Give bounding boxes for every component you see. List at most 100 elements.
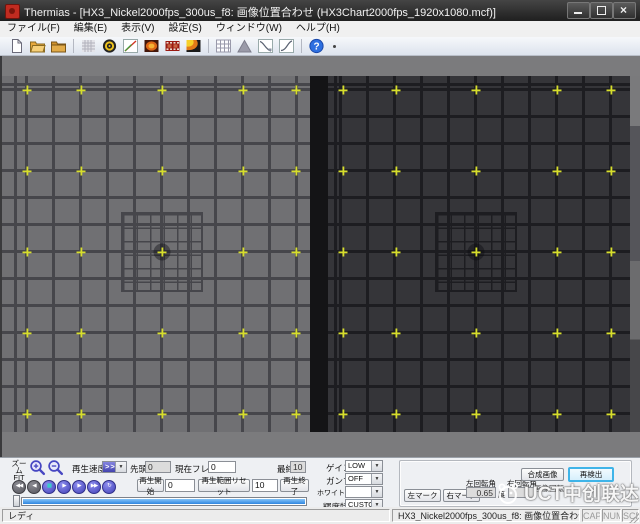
close-button[interactable]: [613, 2, 636, 19]
right-image-marker-cross: [553, 248, 562, 257]
curve-a-icon[interactable]: [257, 38, 274, 54]
timeline-slider[interactable]: [21, 497, 307, 506]
window-title: Thermias - [HX3_Nickel2000fps_300us_f8: …: [24, 4, 496, 20]
left-image-marker-cross: [23, 329, 32, 338]
playback-buttons: ◀◀◀■▶▶▶▶↻: [12, 480, 116, 494]
zoom-out-button[interactable]: [47, 459, 64, 476]
composite-image-button[interactable]: 合成画像: [521, 468, 564, 481]
right-rotation-field[interactable]: [508, 487, 536, 498]
right-image-marker-cross: [339, 167, 348, 176]
gain-select[interactable]: LOW▼: [345, 460, 383, 472]
left-image-marker-cross: [239, 167, 248, 176]
menu-item-0[interactable]: ファイル(F): [0, 21, 67, 37]
right-edge-strip: [630, 76, 640, 432]
left-image[interactable]: [2, 76, 310, 432]
toolbar-separator: [301, 39, 302, 53]
right-image-marker-cross: [472, 329, 481, 338]
curve-b-icon[interactable]: [278, 38, 295, 54]
right-image-marker-cross: [553, 410, 562, 419]
zoom-in-button[interactable]: [29, 459, 46, 476]
menu-item-1[interactable]: 編集(E): [67, 21, 114, 37]
range-end-field[interactable]: 10: [252, 479, 278, 492]
stop-button[interactable]: ■: [42, 480, 56, 494]
range-reset-button[interactable]: 再生範囲リセット: [198, 479, 250, 492]
white-balance-select[interactable]: ▼: [345, 486, 383, 498]
timeline-slider-handle[interactable]: [13, 495, 20, 507]
play-speed-label: 再生速度: [72, 463, 106, 475]
step-forward-button-glyph-icon: ▶: [77, 484, 80, 490]
left-image-marker-cross: [77, 167, 86, 176]
thermal-image-icon[interactable]: [143, 38, 160, 54]
app-icon: [5, 4, 20, 19]
help-icon[interactable]: ?: [308, 38, 325, 54]
save-folder-icon[interactable]: [50, 38, 67, 54]
target-icon[interactable]: [101, 38, 118, 54]
status-document: HX3_Nickel2000fps_300us_f8: 画像位置合わせ: [392, 509, 580, 522]
current-frame-field[interactable]: 0: [208, 461, 236, 473]
play-start-field[interactable]: 0: [165, 479, 195, 492]
restore-button[interactable]: [590, 2, 613, 19]
title-bar: Thermias - [HX3_Nickel2000fps_300us_f8: …: [0, 0, 640, 22]
left-image-marker-cross: [23, 248, 32, 257]
right-image-marker-cross: [472, 167, 481, 176]
zoom-fit-label: ズーム FIT: [8, 460, 30, 481]
left-image-marker-cross: [239, 329, 248, 338]
play-end-button[interactable]: 再生終了: [280, 479, 309, 492]
film-strip-icon[interactable]: [164, 38, 181, 54]
right-image-marker-cross: [607, 167, 616, 176]
step-back-button[interactable]: ◀: [27, 480, 41, 494]
degree-label: 度: [498, 489, 506, 500]
menu-item-5[interactable]: ヘルプ(H): [289, 21, 347, 37]
step-forward-button[interactable]: ▶: [72, 480, 86, 494]
first-frame-field[interactable]: 0: [145, 461, 171, 473]
timeline-slider-fill: [23, 499, 305, 504]
thermal-palette-icon[interactable]: [185, 38, 202, 54]
right-image-marker-cross: [339, 329, 348, 338]
minimize-button[interactable]: [567, 2, 590, 19]
app-window: Thermias - [HX3_Nickel2000fps_300us_f8: …: [0, 0, 640, 524]
left-image-marker-cross: [292, 248, 301, 257]
right-image-marker-cross: [553, 167, 562, 176]
stop-button-glyph-icon: ■: [47, 484, 51, 490]
right-image-marker-cross: [392, 86, 401, 95]
left-image-marker-cross: [23, 86, 32, 95]
redetect-button[interactable]: 再検出: [568, 467, 614, 482]
profile-triangle-icon[interactable]: [236, 38, 253, 54]
step-back-button-glyph-icon: ◀: [32, 484, 35, 490]
resize-grip[interactable]: [629, 513, 639, 523]
left-image-marker-cross: [158, 410, 167, 419]
right-image-marker-cross: [339, 86, 348, 95]
last-frame-field[interactable]: 10: [290, 461, 306, 473]
menu-item-4[interactable]: ウィンドウ(W): [209, 21, 289, 37]
right-image-marker-cross: [607, 410, 616, 419]
loop-button-glyph-icon: ↻: [107, 484, 111, 490]
right-image-marker-cross: [392, 167, 401, 176]
skip-end-button[interactable]: ▶▶: [87, 480, 101, 494]
play-speed-select[interactable]: >>>▼: [102, 461, 127, 473]
loop-button[interactable]: ↻: [102, 480, 116, 494]
status-num: NUM: [602, 509, 621, 522]
image-viewport: [0, 56, 640, 457]
play-start-button[interactable]: 再生開始: [137, 479, 164, 492]
left-image-marker-cross: [292, 86, 301, 95]
right-image[interactable]: [328, 76, 630, 432]
new-document-icon[interactable]: [8, 38, 25, 54]
right-image-marker-cross: [553, 329, 562, 338]
chevron-down-icon: ▼: [371, 487, 382, 497]
gamma-select[interactable]: OFF▼: [345, 473, 383, 485]
skip-end-button-glyph-icon: ▶▶: [91, 484, 97, 490]
skip-start-button-glyph-icon: ◀◀: [16, 484, 22, 490]
left-mark-button[interactable]: 左マーク: [404, 489, 441, 502]
right-image-marker-cross: [392, 248, 401, 257]
status-bar: レディ HX3_Nickel2000fps_300us_f8: 画像位置合わせ …: [0, 507, 640, 524]
menu-item-2[interactable]: 表示(V): [114, 21, 161, 37]
calib-grid-disabled-icon[interactable]: [80, 38, 97, 54]
grid-icon[interactable]: [215, 38, 232, 54]
menu-item-3[interactable]: 設定(S): [161, 21, 208, 37]
play-button[interactable]: ▶: [57, 480, 71, 494]
open-folder-icon[interactable]: [29, 38, 46, 54]
play-button-glyph-icon: ▶: [62, 484, 65, 490]
line-chart-icon[interactable]: [122, 38, 139, 54]
left-rotation-field[interactable]: 0.65: [466, 487, 496, 498]
skip-start-button[interactable]: ◀◀: [12, 480, 26, 494]
